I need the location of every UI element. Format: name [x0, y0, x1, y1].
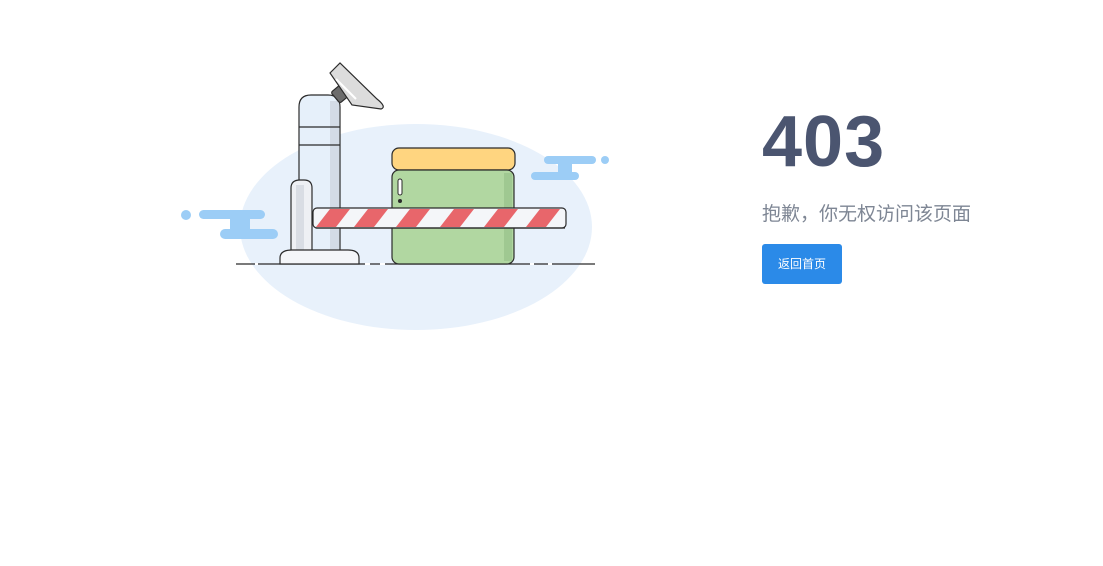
error-code: 403: [762, 102, 886, 182]
error-page: 403 抱歉，你无权访问该页面 返回首页: [0, 0, 1103, 566]
barrier-arm-icon: [312, 207, 567, 229]
box: [391, 147, 516, 265]
back-to-home-button[interactable]: 返回首页: [762, 244, 842, 284]
error-content: 403 抱歉，你无权访问该页面 返回首页: [762, 100, 1082, 284]
error-message: 抱歉，你无权访问该页面: [762, 203, 972, 225]
forbidden-barrier-illustration: [181, 62, 609, 330]
